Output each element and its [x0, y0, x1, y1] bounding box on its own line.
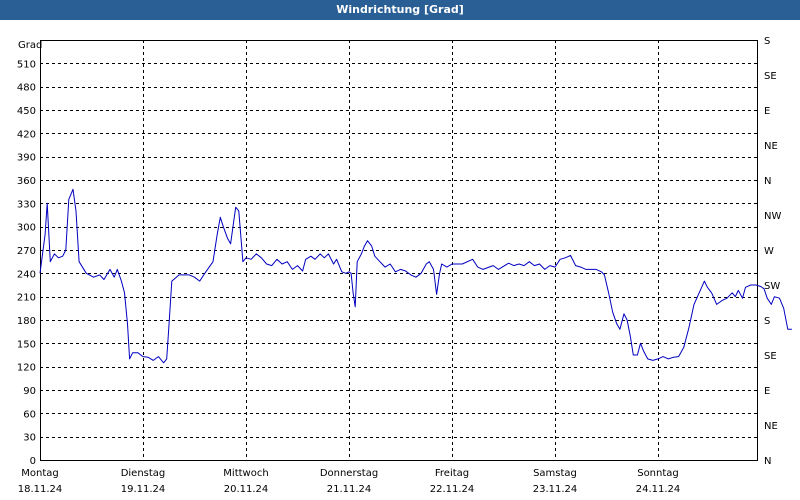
right-axis-label: SE — [764, 71, 777, 82]
y-tick-label: 0 — [30, 456, 36, 467]
right-axis-label: NW — [764, 211, 781, 222]
y-tick-label: 30 — [23, 433, 36, 444]
x-tick-day: Freitag — [435, 468, 469, 479]
y-tick-label: 450 — [17, 106, 36, 117]
right-axis-label: W — [764, 246, 774, 257]
y-tick-label: 60 — [23, 409, 36, 420]
x-tick-day: Donnerstag — [320, 468, 378, 479]
y-axis-ticks: 0 30 60 90 120 150 180 210 240 270 300 330 360 390 420… — [17, 59, 36, 467]
x-tick-day: Montag — [21, 468, 58, 479]
y-tick-label: 270 — [17, 246, 36, 257]
right-axis-label: E — [764, 106, 770, 117]
y-tick-label: 150 — [17, 339, 36, 350]
x-tick-date: 18.11.24 — [18, 484, 63, 495]
grid-lines — [40, 40, 757, 460]
right-axis-label: N — [764, 176, 771, 187]
y-tick-label: 480 — [17, 83, 36, 94]
y-tick-label: 180 — [17, 316, 36, 327]
series-group — [39, 188, 792, 364]
y-tick-label: 300 — [17, 223, 36, 234]
y-tick-label: 510 — [17, 59, 36, 70]
series-line — [39, 188, 792, 364]
y-tick-label: 420 — [17, 129, 36, 140]
y-tick-label: 390 — [17, 153, 36, 164]
x-tick-day: Samstag — [533, 468, 577, 479]
right-axis-label: SE — [764, 351, 777, 362]
x-tick-day: Mittwoch — [223, 468, 268, 479]
x-tick-day: Dienstag — [121, 468, 166, 479]
right-axis-label: N — [764, 456, 771, 467]
right-axis-label: NE — [764, 421, 778, 432]
right-axis-label: E — [764, 386, 770, 397]
right-axis-ticks: N NE E SE S SW W NW N NE E SE S — [764, 36, 781, 467]
y-tick-label: 330 — [17, 199, 36, 210]
x-tick-date: 19.11.24 — [121, 484, 166, 495]
y-tick-label: 90 — [23, 386, 36, 397]
x-tick-date: 20.11.24 — [224, 484, 269, 495]
x-tick-day: Sonntag — [637, 468, 679, 479]
right-axis-label: SW — [764, 281, 780, 292]
y-axis-label: Grad — [18, 40, 42, 51]
right-axis-label: S — [764, 36, 770, 47]
x-tick-date: 22.11.24 — [430, 484, 475, 495]
x-tick-date: 21.11.24 — [327, 484, 372, 495]
y-tick-label: 210 — [17, 293, 36, 304]
x-axis-ticks: Montag 18.11.24 Dienstag 19.11.24 Mittwoch 20… — [18, 468, 681, 495]
y-tick-label: 120 — [17, 363, 36, 374]
wind-direction-chart: Grad 0 30 60 90 120 150 180 210 240 270 300 330 360 3… — [17, 36, 792, 495]
right-axis-label: S — [764, 316, 770, 327]
x-tick-date: 24.11.24 — [636, 484, 681, 495]
chart-window: Windrichtung [Grad] Grad 0 30 60 90 120 150 18… — [0, 0, 800, 500]
right-axis-label: NE — [764, 141, 778, 152]
y-tick-label: 360 — [17, 176, 36, 187]
x-tick-date: 23.11.24 — [533, 484, 578, 495]
y-tick-label: 240 — [17, 269, 36, 280]
